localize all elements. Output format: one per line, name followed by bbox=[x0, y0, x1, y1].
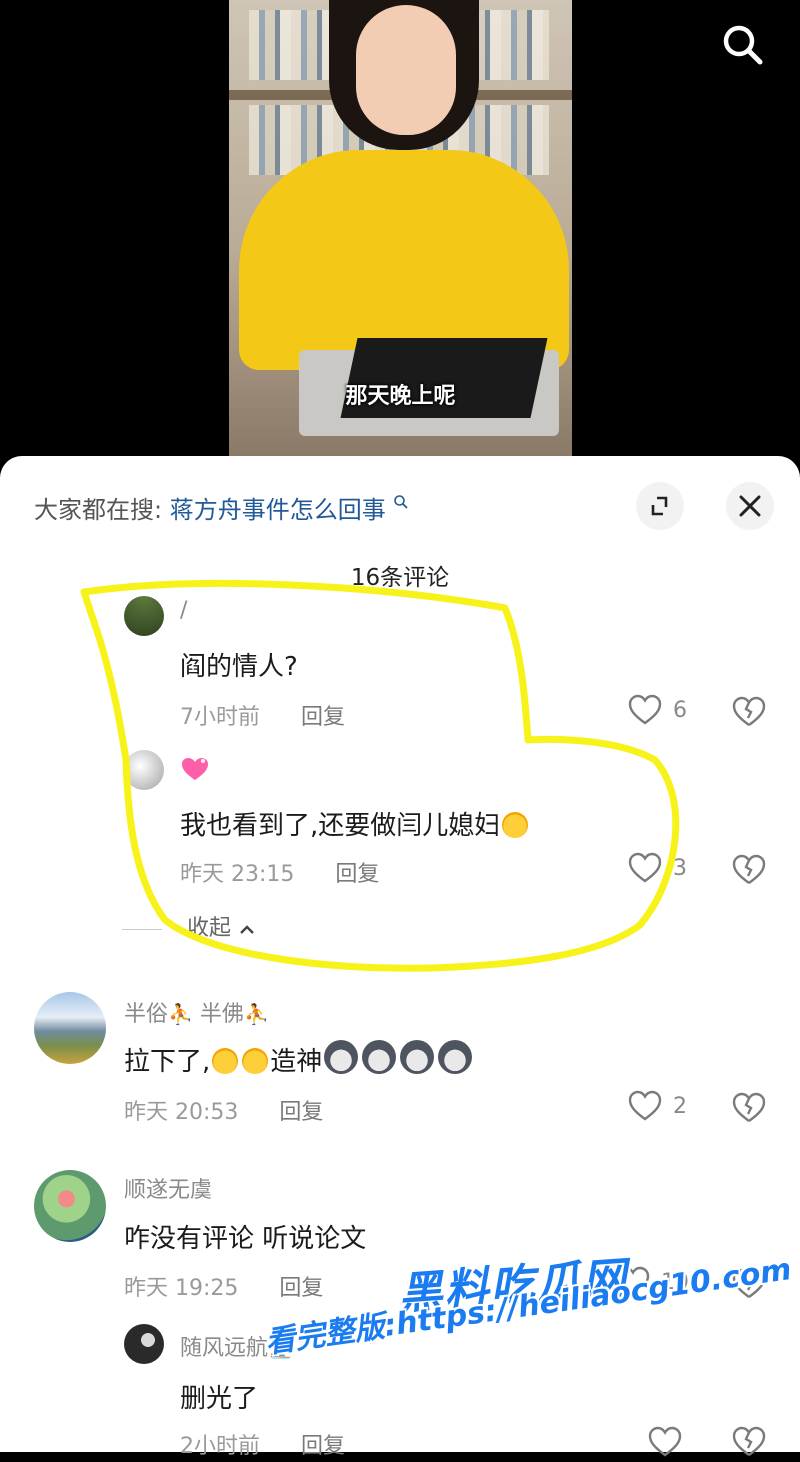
broken-heart-icon bbox=[732, 1092, 766, 1122]
like-button[interactable]: 2 bbox=[628, 1090, 687, 1126]
avatar[interactable] bbox=[34, 992, 106, 1064]
broken-heart-icon bbox=[732, 1426, 766, 1456]
dislike-button[interactable] bbox=[732, 854, 766, 888]
author-name-part2: 半佛 bbox=[199, 1002, 244, 1027]
comment-time: 昨天 23:15 bbox=[180, 862, 295, 887]
like-button[interactable]: 3 bbox=[628, 852, 687, 888]
heart-icon bbox=[628, 852, 662, 883]
wolf-emoji-icon bbox=[362, 1040, 397, 1074]
close-button[interactable] bbox=[726, 482, 774, 530]
comment-meta: 昨天 19:25 回复 bbox=[124, 1270, 323, 1302]
comment-meta: 7小时前 回复 bbox=[180, 699, 345, 731]
search-icon bbox=[394, 495, 409, 509]
reply-button[interactable]: 回复 bbox=[301, 1434, 345, 1459]
comment-time: 昨天 20:53 bbox=[124, 1100, 239, 1125]
close-icon bbox=[739, 495, 761, 517]
search-icon bbox=[723, 25, 763, 65]
collapse-label: 收起 bbox=[187, 916, 232, 941]
comment-author-name: 随风远航 bbox=[180, 1336, 269, 1361]
laughing-emoji-icon bbox=[502, 812, 529, 838]
avatar[interactable] bbox=[124, 596, 164, 636]
basketball-player-icon: ⛹ bbox=[243, 1002, 269, 1026]
like-count: 6 bbox=[673, 697, 687, 723]
presenter-sweater bbox=[239, 150, 569, 370]
comment-text: 咋没有评论 听说论文 bbox=[124, 1224, 367, 1254]
crying-laughing-emoji-icon bbox=[212, 1048, 239, 1074]
comment-author[interactable]: / bbox=[180, 598, 187, 623]
avatar[interactable] bbox=[34, 1170, 106, 1242]
dislike-button[interactable] bbox=[732, 1092, 766, 1126]
heart-icon bbox=[628, 1090, 662, 1121]
wolf-emoji-icon bbox=[438, 1040, 473, 1074]
presenter-face bbox=[356, 5, 456, 135]
comment-text: 阎的情人? bbox=[180, 652, 298, 682]
reply-button[interactable]: 回复 bbox=[301, 705, 345, 730]
wolf-emoji-icon bbox=[324, 1040, 359, 1074]
comment-text-body: 我也看到了,还要做闫儿媳妇 bbox=[180, 811, 501, 841]
broken-heart-icon bbox=[732, 696, 766, 726]
wolf-emoji-icon bbox=[400, 1040, 435, 1074]
comment-text-part2: 造神 bbox=[270, 1047, 323, 1077]
expand-icon bbox=[651, 496, 668, 516]
expand-button[interactable] bbox=[636, 482, 684, 530]
author-name-part1: 半俗 bbox=[124, 1002, 169, 1027]
comment-time: 昨天 19:25 bbox=[124, 1276, 239, 1301]
like-count: 3 bbox=[673, 855, 687, 881]
broken-heart-icon bbox=[732, 854, 766, 884]
reply-button[interactable]: 回复 bbox=[279, 1276, 323, 1301]
dislike-button[interactable] bbox=[732, 1426, 766, 1460]
comment-time: 7小时前 bbox=[180, 705, 260, 730]
trending-search[interactable]: 大家都在搜: 蒋方舟事件怎么回事 bbox=[34, 490, 409, 525]
basketball-player-icon: ⛹ bbox=[168, 1002, 193, 1026]
comment-author[interactable] bbox=[180, 756, 210, 788]
video-frame: 那天晚上呢 bbox=[229, 0, 572, 456]
trending-search-prefix: 大家都在搜: bbox=[34, 496, 163, 524]
comment-text: 我也看到了,还要做闫儿媳妇 bbox=[180, 805, 530, 842]
heart-icon bbox=[648, 1426, 682, 1457]
like-button[interactable]: 6 bbox=[628, 694, 687, 730]
comment-text: 删光了 bbox=[180, 1384, 259, 1414]
dislike-button[interactable] bbox=[732, 696, 766, 730]
crying-laughing-emoji-icon bbox=[242, 1048, 269, 1074]
avatar[interactable] bbox=[124, 750, 164, 790]
chevron-up-icon bbox=[240, 925, 254, 934]
reply-button[interactable]: 回复 bbox=[335, 862, 379, 887]
like-count: 2 bbox=[673, 1093, 687, 1119]
comment-author[interactable]: 顺遂无虞 bbox=[124, 1172, 212, 1204]
reply-button[interactable]: 回复 bbox=[279, 1100, 323, 1125]
search-button[interactable] bbox=[718, 20, 766, 68]
video-subtitle: 那天晚上呢 bbox=[345, 384, 456, 409]
video-player[interactable]: 那天晚上呢 bbox=[0, 0, 800, 470]
comment-author[interactable]: 半俗⛹ 半佛⛹ bbox=[124, 996, 269, 1028]
comment-text-part1: 拉下了, bbox=[124, 1047, 211, 1077]
avatar[interactable] bbox=[124, 1324, 164, 1364]
comment-meta: 2小时前 回复 bbox=[180, 1428, 345, 1460]
comment-meta: 昨天 20:53 回复 bbox=[124, 1094, 323, 1126]
like-button[interactable] bbox=[648, 1426, 682, 1462]
heart-icon bbox=[628, 694, 662, 725]
collapse-replies-button[interactable]: 收起 bbox=[122, 910, 256, 942]
comment-text: 拉下了, 造神 bbox=[124, 1040, 474, 1078]
trending-search-link[interactable]: 蒋方舟事件怎么回事 bbox=[170, 496, 386, 524]
sparkling-heart-icon bbox=[182, 758, 208, 780]
comment-time: 2小时前 bbox=[180, 1434, 260, 1459]
comment-count: 16条评论 bbox=[350, 565, 450, 591]
comment-meta: 昨天 23:15 回复 bbox=[180, 856, 379, 888]
